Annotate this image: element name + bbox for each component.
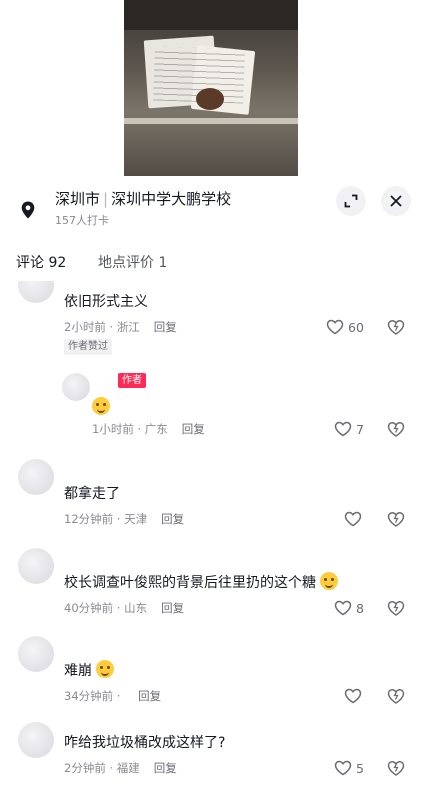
location-title[interactable]: 深圳市 | 深圳中学大鹏学校 <box>55 188 231 209</box>
avatar[interactable] <box>18 548 54 584</box>
reply-button[interactable]: 回复 <box>138 689 161 703</box>
comment-text <box>92 397 110 416</box>
laughing-crying-emoji-icon <box>320 572 339 590</box>
comment-text: 咋给我垃圾桶改成这样了? <box>64 735 226 751</box>
comment-meta: 12分钟前 · 天津 回复 <box>64 512 185 526</box>
comment-region: 山东 <box>124 601 148 615</box>
location-photo-area <box>0 0 422 185</box>
avatar[interactable] <box>62 373 90 401</box>
checkin-count: 157人打卡 <box>55 214 109 227</box>
comment-time: 40分钟前 <box>64 601 114 615</box>
heart-icon <box>344 688 362 704</box>
comment-meta: 2小时前 · 浙江 回复 <box>64 320 177 334</box>
heart-icon <box>334 760 352 776</box>
location-place: 深圳中学大鹏学校 <box>111 190 232 208</box>
location-photo[interactable] <box>124 0 298 185</box>
like-button[interactable]: 7 <box>334 421 364 437</box>
close-button[interactable] <box>381 186 411 216</box>
tab-comments[interactable]: 评论 92 <box>16 252 66 272</box>
reply-button[interactable]: 回复 <box>161 601 184 615</box>
location-city: 深圳市 <box>55 190 101 208</box>
avatar[interactable] <box>18 722 54 758</box>
laughing-crying-emoji-icon <box>96 660 115 678</box>
reply-button[interactable]: 回复 <box>161 512 184 526</box>
reply-button[interactable]: 回复 <box>182 422 205 436</box>
comment-text: 依旧形式主义 <box>64 294 148 310</box>
like-button[interactable]: 5 <box>334 760 364 776</box>
expand-button[interactable] <box>336 186 366 216</box>
comment-meta: 1小时前 · 广东 回复 <box>92 422 205 436</box>
author-liked-tag: 作者赞过 <box>64 339 112 355</box>
smirk-emoji-icon <box>92 397 110 415</box>
comment-time: 2分钟前 <box>64 761 106 775</box>
dislike-icon[interactable] <box>386 758 406 778</box>
comment-time: 34分钟前 <box>64 689 114 703</box>
comment-text-content: 校长调查叶俊熙的背景后往里扔的这个糖 <box>64 575 316 591</box>
dislike-icon[interactable] <box>386 317 406 337</box>
expand-icon <box>344 194 358 208</box>
comment-meta: 2分钟前 · 福建 回复 <box>64 761 177 775</box>
reply-button[interactable]: 回复 <box>154 761 177 775</box>
comment-text: 校长调查叶俊熙的背景后往里扔的这个糖 <box>64 572 339 592</box>
dislike-icon[interactable] <box>386 686 406 706</box>
comment-time: 1小时前 <box>92 422 134 436</box>
comment-region: 广东 <box>144 422 168 436</box>
like-count: 5 <box>356 760 364 776</box>
heart-icon <box>334 421 352 437</box>
heart-icon <box>334 600 352 616</box>
like-count: 60 <box>348 319 364 335</box>
dislike-icon[interactable] <box>386 598 406 618</box>
like-button[interactable]: 8 <box>334 600 364 616</box>
like-count: 8 <box>356 600 364 616</box>
location-pin-icon <box>21 201 35 219</box>
comment-text: 都拿走了 <box>64 486 120 502</box>
like-button[interactable] <box>344 688 362 704</box>
comment-time: 2小时前 <box>64 320 106 334</box>
avatar[interactable] <box>18 459 54 495</box>
heart-icon <box>344 511 362 527</box>
dislike-icon[interactable] <box>386 509 406 529</box>
tab-bar: 评论 92 地点评价 1 <box>0 248 422 278</box>
author-badge: 作者 <box>118 373 146 388</box>
comment-region: 福建 <box>116 761 140 775</box>
comment-list: 依旧形式主义 2小时前 · 浙江 回复 作者赞过 60 作者 1小时前 · 广东回… <box>0 281 422 800</box>
avatar[interactable] <box>18 281 54 303</box>
like-button[interactable]: 60 <box>326 319 364 335</box>
like-button[interactable] <box>344 511 362 527</box>
comment-meta: 34分钟前 · 回复 <box>64 689 162 703</box>
dislike-icon[interactable] <box>386 419 406 439</box>
location-header: 深圳市 | 深圳中学大鹏学校 157人打卡 <box>0 176 422 236</box>
tab-place-reviews[interactable]: 地点评价 1 <box>98 252 167 272</box>
comment-text-content: 难崩 <box>64 663 92 679</box>
comment-meta: 40分钟前 · 山东 回复 <box>64 601 185 615</box>
avatar[interactable] <box>18 636 54 672</box>
comment-text: 难崩 <box>64 660 115 680</box>
like-count: 7 <box>356 421 364 437</box>
close-icon <box>390 195 402 207</box>
reply-button[interactable]: 回复 <box>154 320 177 334</box>
comment-sheet: 深圳市 | 深圳中学大鹏学校 157人打卡 评论 92 地点评价 1 依旧形式主义 … <box>0 176 422 800</box>
comment-region: 浙江 <box>116 320 140 334</box>
comment-time: 12分钟前 <box>64 512 114 526</box>
comment-region: 天津 <box>124 512 148 526</box>
heart-icon <box>326 319 344 335</box>
